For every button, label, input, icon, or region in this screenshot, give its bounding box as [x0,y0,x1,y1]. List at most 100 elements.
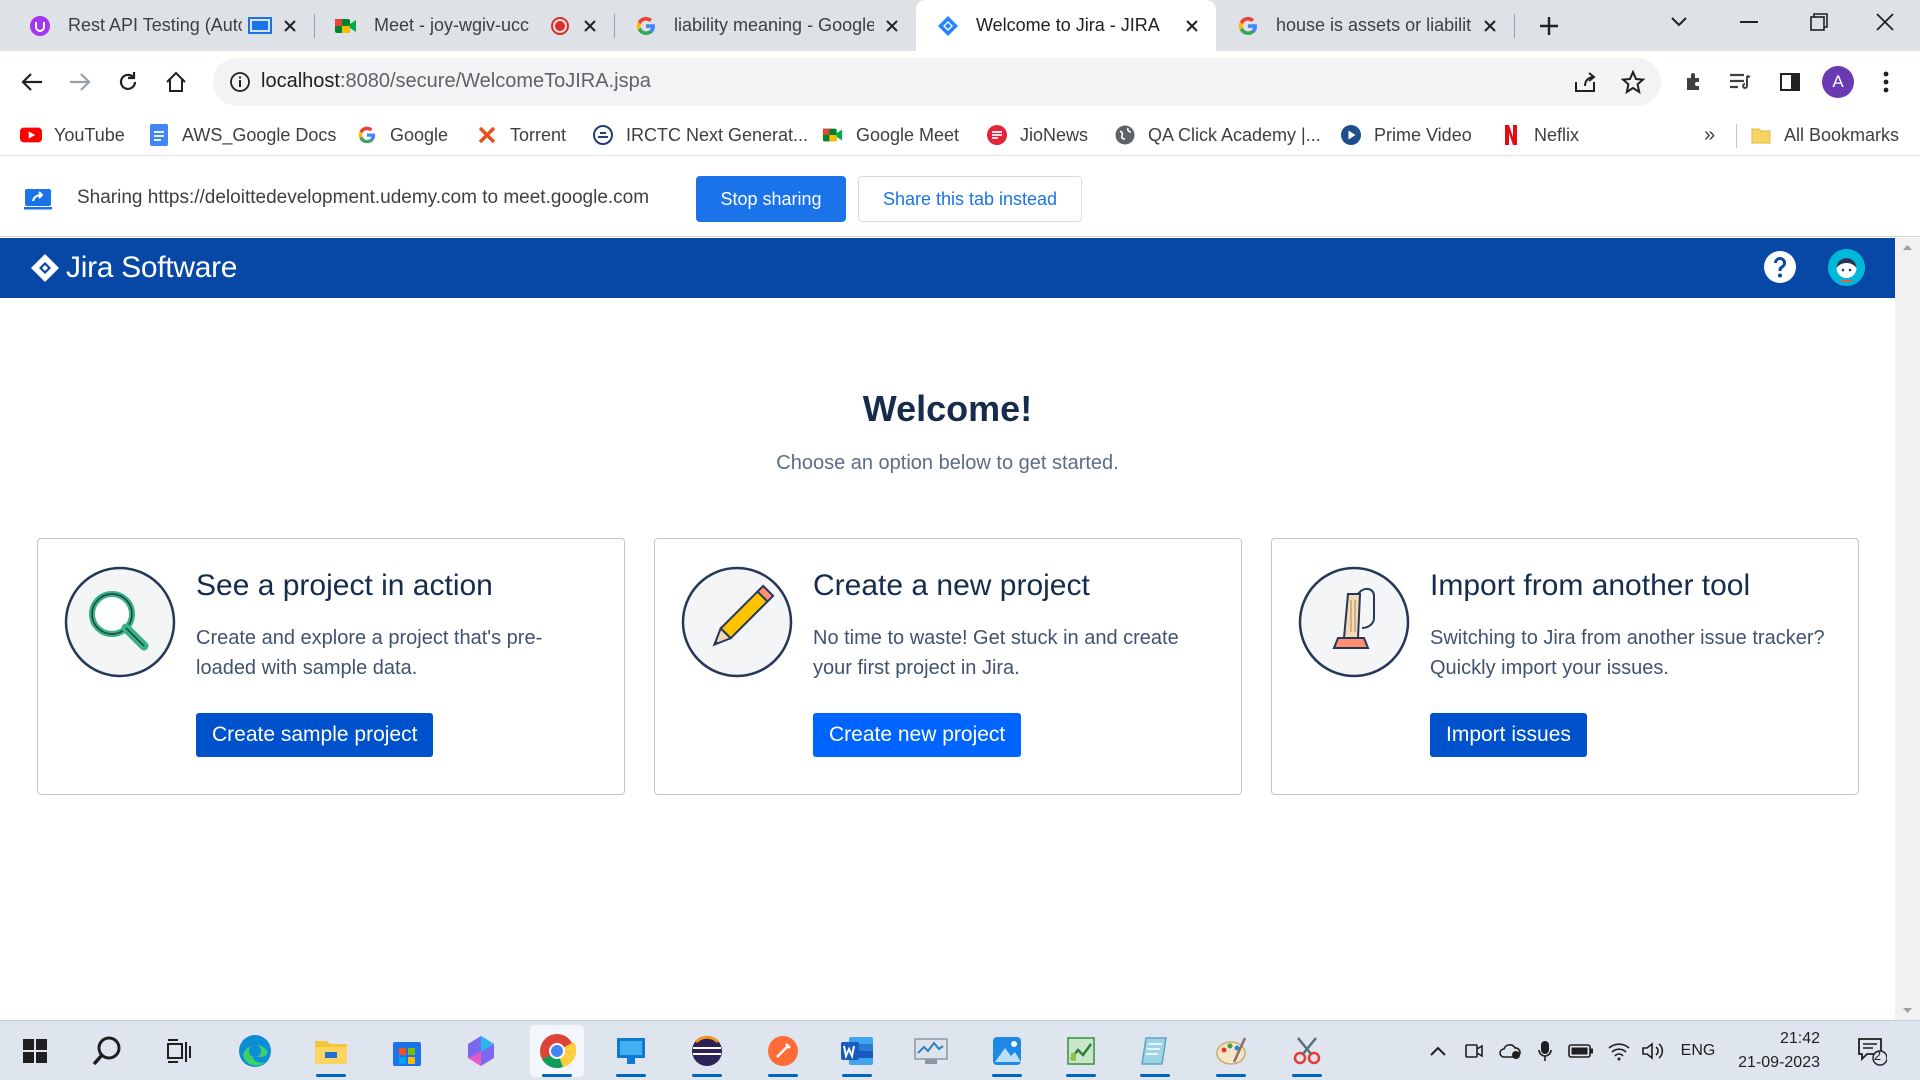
close-tab-icon[interactable] [1180,14,1204,38]
prime-video-icon [1340,124,1362,146]
photos-app[interactable] [980,1025,1034,1077]
bookmark-item[interactable]: IRCTC Next Generat... [592,122,808,148]
media-control-button[interactable] [1722,64,1758,100]
store-icon [393,1042,421,1066]
address-bar[interactable]: localhost:8080/secure/WelcomeToJIRA.jspa [213,58,1661,106]
snipping-tool-app[interactable] [1280,1025,1334,1077]
minimize-button[interactable] [1714,0,1784,44]
share-this-tab-button[interactable]: Share this tab instead [858,176,1082,222]
profile-avatar[interactable]: A [1822,66,1854,98]
jira-logo[interactable]: Jira Software [30,251,237,285]
file-explorer-app[interactable] [304,1025,358,1077]
meet-now-tray-icon[interactable] [1462,1038,1486,1064]
all-bookmarks-button[interactable]: All Bookmarks [1750,122,1899,148]
user-avatar[interactable] [1828,249,1865,286]
stop-sharing-button[interactable]: Stop sharing [696,176,846,222]
input-language-indicator[interactable]: ENG [1676,1038,1720,1064]
clock-time: 21:42 [1779,1030,1820,1047]
browser-tab[interactable]: liability meaning - Google [614,0,916,51]
magnifier-icon [64,566,176,678]
notification-center-button[interactable]: 2 [1854,1035,1890,1067]
bookmark-label: IRCTC Next Generat... [626,124,809,145]
copilot-app[interactable] [454,1025,508,1077]
close-window-button[interactable] [1850,0,1920,44]
page-scrollbar[interactable] [1895,238,1920,1020]
browser-tab-active[interactable]: Welcome to Jira - JIRA [916,0,1216,51]
jira-icon [936,14,960,38]
bookmark-item[interactable]: JioNews [986,122,1088,148]
close-icon [1876,13,1894,31]
search-button[interactable] [80,1025,134,1077]
browser-tab[interactable]: house is assets or liabilitie [1216,0,1514,51]
desktop-app[interactable] [604,1025,658,1077]
task-view-button[interactable] [152,1025,206,1077]
restore-button[interactable] [1784,0,1854,44]
notepad-icon [1141,1037,1167,1065]
close-tab-icon[interactable] [578,14,602,38]
bookmark-label: JioNews [1020,124,1089,145]
bookmark-item[interactable]: Google Meet [822,122,959,148]
volume-tray-icon[interactable] [1640,1038,1666,1064]
close-tab-icon[interactable] [278,14,302,38]
product-name: Jira Software [66,251,238,284]
close-tab-icon[interactable] [880,14,904,38]
extensions-button[interactable] [1676,64,1712,100]
notes-app[interactable] [1128,1025,1182,1077]
bookmark-label: Google Meet [856,124,960,145]
bookmark-item[interactable]: QA Click Academy |... [1114,122,1321,148]
create-new-project-button[interactable]: Create new project [813,713,1022,757]
site-info-icon[interactable] [229,71,251,93]
paint-app[interactable] [1204,1025,1258,1077]
app-running-indicator [542,1074,572,1077]
app-running-indicator [616,1074,646,1077]
bookmark-item[interactable]: Google [356,122,448,148]
browser-tab[interactable]: Rest API Testing (Auto [8,0,314,51]
monitor-app[interactable] [904,1025,958,1077]
word-app[interactable] [830,1025,884,1077]
new-tab-button[interactable] [1514,4,1584,48]
start-button[interactable] [8,1025,62,1077]
microsoft-store-app[interactable] [380,1025,434,1077]
chrome-menu-button[interactable] [1868,64,1904,100]
bookmark-item[interactable]: AWS_Google Docs [148,122,336,148]
excel-chart-app[interactable] [1054,1025,1108,1077]
edge-app[interactable] [228,1025,282,1077]
bookmarks-overflow-button[interactable]: » [1704,122,1715,148]
card-sample-project: See a project in action Create and explo… [37,538,625,795]
create-sample-project-button[interactable]: Create sample project [196,713,434,757]
battery-tray-icon[interactable] [1566,1038,1596,1064]
tab-search-button[interactable] [1644,0,1714,44]
postman-icon [768,1036,798,1066]
back-button[interactable] [14,64,50,100]
bookmark-item[interactable]: Prime Video [1340,122,1472,148]
chrome-app[interactable] [530,1025,584,1077]
eclipse-app[interactable] [680,1025,734,1077]
bookmark-item[interactable]: YouTube [20,122,125,148]
google-icon [1236,14,1260,38]
bookmarks-bar: YouTube AWS_Google Docs Google Torrent I… [0,114,1920,156]
home-button[interactable] [158,64,194,100]
tab-title: house is assets or liabilitie [1276,15,1472,35]
import-issues-button[interactable]: Import issues [1430,713,1587,757]
app-running-indicator [1140,1074,1170,1077]
back-arrow-icon [21,73,42,91]
show-hidden-icons-button[interactable] [1426,1038,1450,1064]
onedrive-tray-icon[interactable] [1496,1038,1524,1064]
postman-app[interactable] [756,1025,810,1077]
system-clock[interactable]: 21:42 21-09-2023 [1720,1027,1820,1075]
forward-button[interactable] [62,64,98,100]
bookmark-star-icon[interactable] [1621,70,1645,94]
reload-button[interactable] [110,64,146,100]
recording-icon [548,14,572,38]
close-tab-icon[interactable] [1478,14,1502,38]
help-button[interactable] [1763,250,1797,284]
share-page-icon[interactable] [1573,70,1597,94]
side-panel-button[interactable] [1772,64,1808,100]
bookmark-item[interactable]: Neflix [1500,122,1579,148]
microphone-tray-icon[interactable] [1534,1038,1556,1064]
app-running-indicator [992,1074,1022,1077]
bookmark-item[interactable]: Torrent [476,122,566,148]
wifi-tray-icon[interactable] [1606,1038,1632,1064]
url-text[interactable]: localhost:8080/secure/WelcomeToJIRA.jspa [261,70,651,93]
browser-tab[interactable]: Meet - joy-wgiv-ucc [314,0,614,51]
